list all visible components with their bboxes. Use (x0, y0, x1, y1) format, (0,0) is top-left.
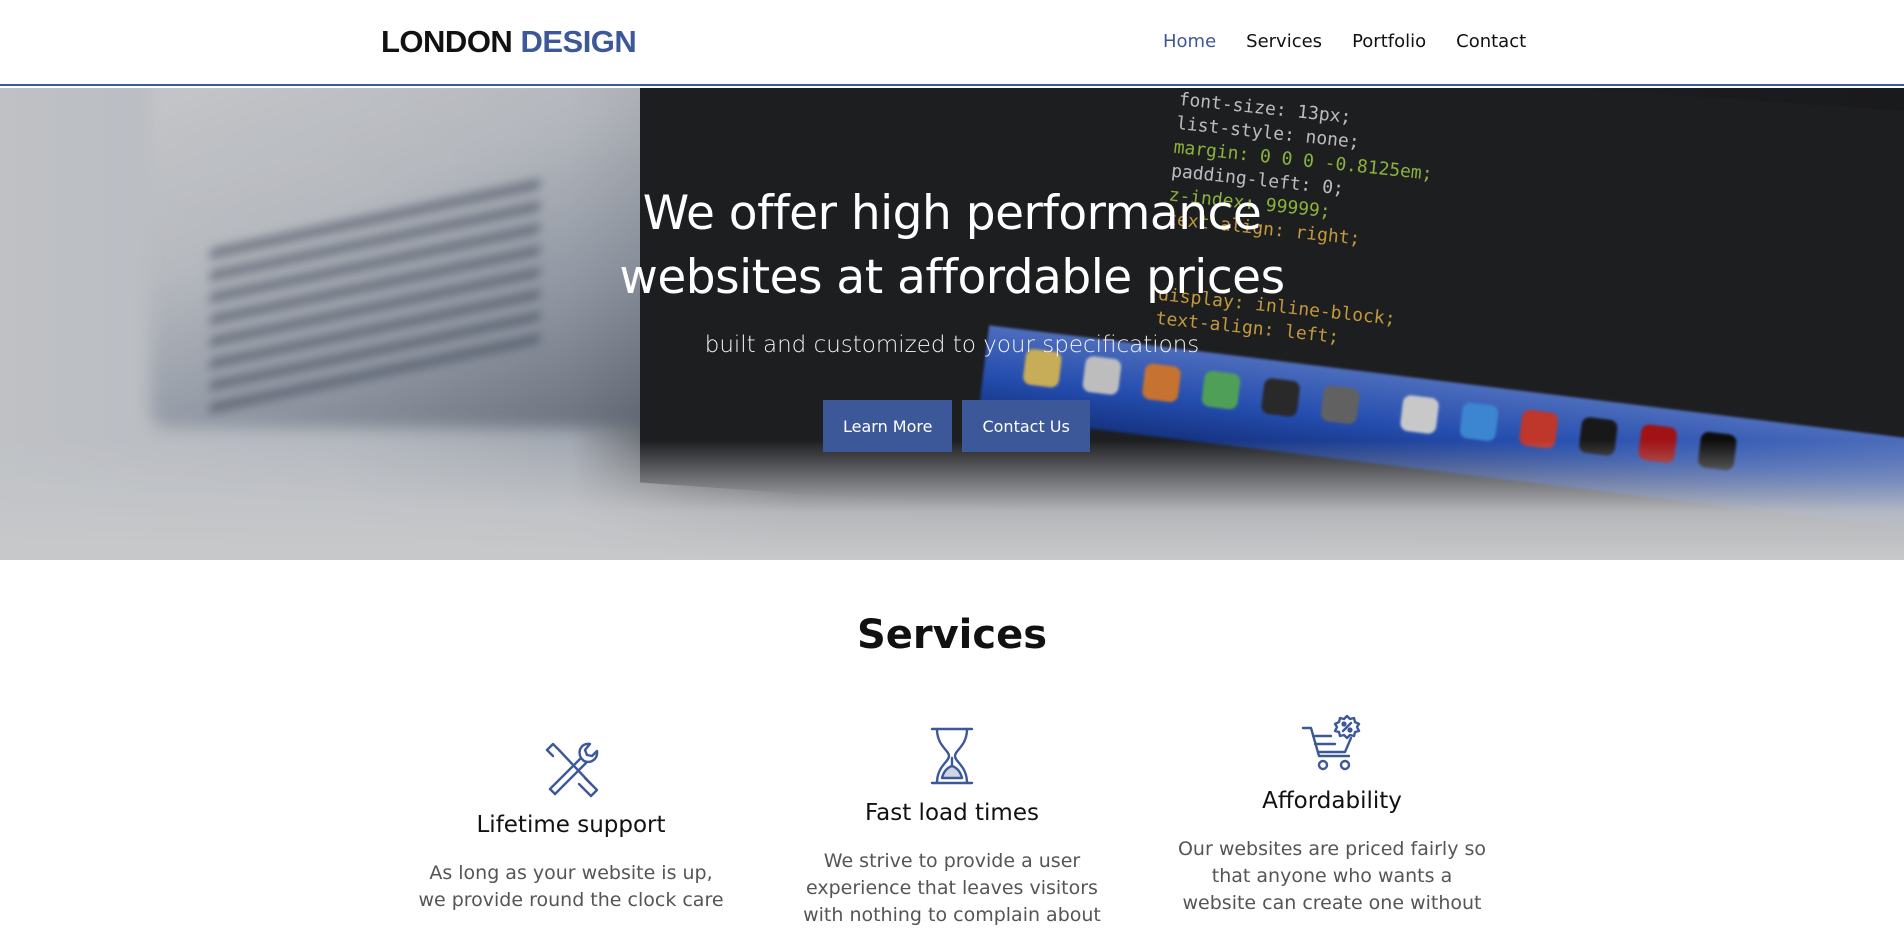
hero-section: font-size: 13px; list-style: none; margi… (0, 88, 1904, 560)
hero-buttons: Learn More Contact Us (823, 400, 1090, 452)
service-card-fast-load-times: Fast load times We strive to provide a u… (792, 726, 1112, 929)
tools-icon (545, 742, 599, 798)
logo-text-design: DESIGN (520, 24, 637, 59)
hero-title-line1: We offer high performance (642, 186, 1262, 241)
service-description: We strive to provide a user experience t… (803, 850, 1101, 926)
nav-home-link[interactable]: Home (1163, 31, 1216, 52)
hero-overlay (0, 88, 1904, 560)
service-title: Fast load times (865, 800, 1039, 826)
service-description: As long as your website is up, we provid… (418, 862, 724, 911)
hero-title: We offer high performance websites at af… (0, 182, 1904, 310)
nav-portfolio-link[interactable]: Portfolio (1352, 31, 1426, 52)
site-logo[interactable]: LONDON DESIGN (381, 24, 637, 60)
service-card-affordability: Affordability Our websites are priced fa… (1172, 714, 1492, 917)
hourglass-icon (930, 727, 974, 785)
main-nav: Home Services Portfolio Contact (1163, 31, 1556, 52)
cart-discount-icon (1301, 714, 1361, 771)
nav-services-link[interactable]: Services (1246, 31, 1322, 52)
site-header: LONDON DESIGN Home Services Portfolio Co… (0, 0, 1904, 86)
service-title: Affordability (1262, 788, 1402, 814)
learn-more-button[interactable]: Learn More (823, 400, 953, 452)
hero-subtitle: built and customized to your specificati… (704, 332, 1200, 358)
service-card-lifetime-support: Lifetime support As long as your website… (411, 740, 731, 914)
nav-contact-link[interactable]: Contact (1456, 31, 1526, 52)
service-description: Our websites are priced fairly so that a… (1177, 838, 1487, 914)
hero-title-line2: websites at affordable prices (619, 250, 1285, 305)
logo-text-london: LONDON (381, 24, 513, 59)
contact-us-button[interactable]: Contact Us (962, 400, 1090, 452)
services-title: Services (856, 612, 1048, 658)
service-title: Lifetime support (476, 812, 666, 838)
